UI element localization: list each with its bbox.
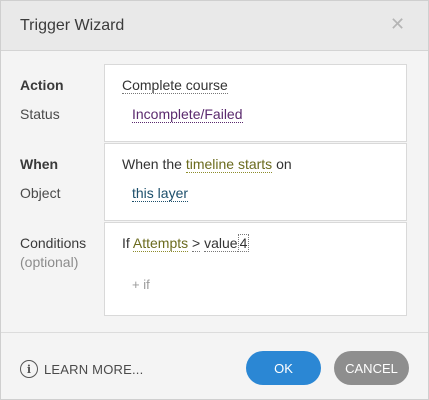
when-prefix: When the [122, 156, 182, 172]
action-dropdown[interactable]: Complete course [122, 77, 228, 94]
footer-divider [1, 332, 428, 333]
when-panel: When the timeline starts on this layer [104, 143, 407, 221]
if-word: If [122, 235, 130, 251]
conditions-label: Conditions [20, 235, 87, 251]
action-label: Action [20, 77, 64, 93]
learn-more-label: LEARN MORE... [44, 361, 144, 377]
operator-dropdown[interactable]: > [192, 235, 201, 252]
when-label: When [20, 156, 59, 172]
condition-expression: If Attempts > value 4 [122, 234, 250, 252]
value-field[interactable]: 4 [237, 234, 250, 252]
when-suffix: on [276, 156, 292, 172]
action-panel: Complete course Incomplete/Failed [104, 64, 407, 142]
cancel-button[interactable]: CANCEL [334, 351, 409, 385]
status-dropdown[interactable]: Incomplete/Failed [132, 106, 243, 123]
when-sentence: When the timeline starts on [122, 156, 292, 173]
learn-more-link[interactable]: i LEARN MORE... [20, 358, 143, 380]
variable-dropdown[interactable]: Attempts [132, 235, 189, 252]
close-icon[interactable]: ✕ [390, 14, 405, 34]
dialog-titlebar: Trigger Wizard ✕ [1, 1, 428, 51]
ok-button[interactable]: OK [246, 351, 321, 385]
status-label: Status [20, 106, 60, 122]
object-label: Object [20, 185, 61, 201]
conditions-sublabel: (optional) [20, 254, 79, 270]
dialog-title: Trigger Wizard [20, 17, 125, 34]
value-type-dropdown[interactable]: value [204, 235, 238, 252]
info-icon: i [20, 360, 38, 378]
add-if-button[interactable]: + if [132, 277, 150, 292]
object-dropdown[interactable]: this layer [132, 185, 189, 202]
conditions-panel: If Attempts > value 4 + if [104, 222, 407, 316]
trigger-wizard-dialog: Trigger Wizard ✕ Action Status Complete … [0, 0, 429, 400]
event-dropdown[interactable]: timeline starts [185, 156, 273, 173]
